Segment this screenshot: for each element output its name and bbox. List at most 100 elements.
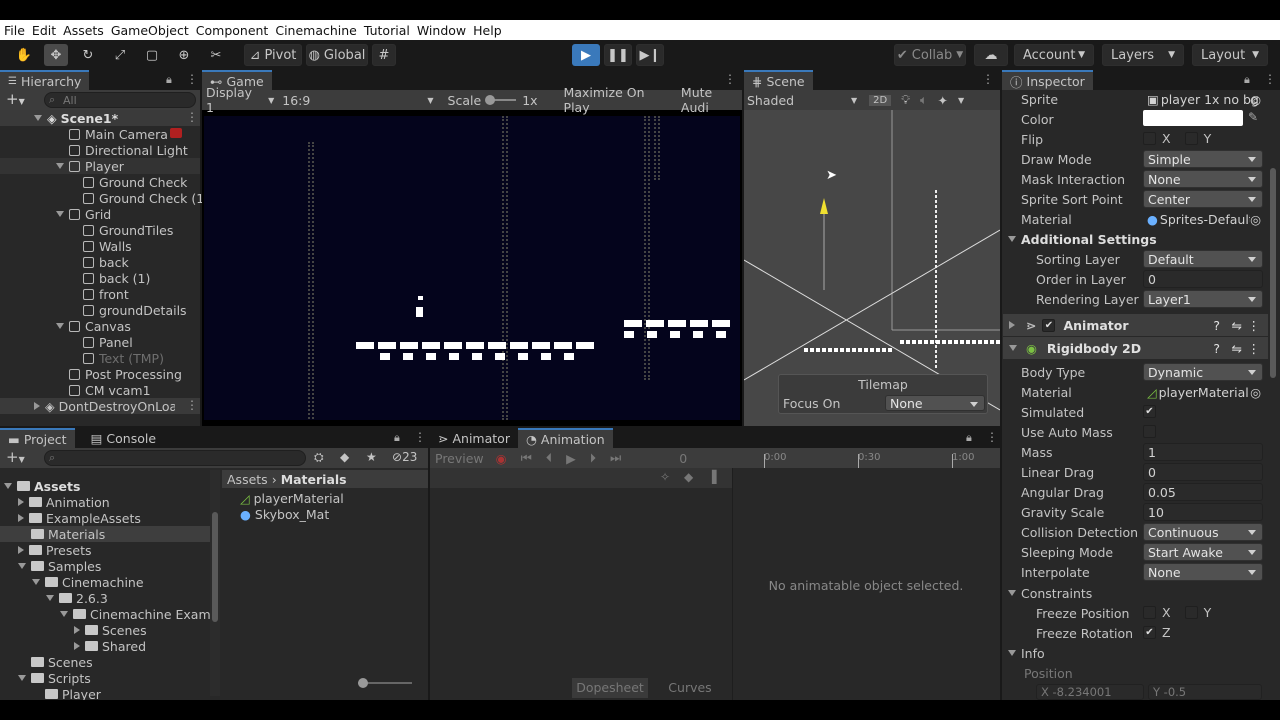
hierarchy-item[interactable]: Canvas <box>56 318 131 334</box>
next-key-icon[interactable]: ⏵ <box>590 450 596 466</box>
transform-tool-icon[interactable]: ⊕ <box>172 44 196 66</box>
layers-dropdown[interactable]: Layers ▼ <box>1102 44 1184 66</box>
project-lock-icon[interactable]: 🔒︎ <box>394 431 400 445</box>
search-by-label-icon[interactable]: ◆ <box>340 450 349 464</box>
hierarchy-item[interactable]: groundDetails <box>70 302 187 318</box>
global-toggle[interactable]: ◍ Global <box>306 44 368 66</box>
hierarchy-search-input[interactable]: ⌕ All <box>44 92 196 108</box>
icon-size-slider[interactable] <box>358 678 412 688</box>
last-key-icon[interactable]: ⏭ <box>610 450 621 466</box>
draw-mode-dropdown[interactable]: Simple <box>1143 150 1263 168</box>
inspector-lock-icon[interactable]: 🔒︎ <box>1244 73 1250 87</box>
project-search-input[interactable]: ⌕ <box>44 450 306 466</box>
more-icon[interactable]: ▼ <box>958 96 964 105</box>
hierarchy-item[interactable]: front <box>70 286 129 302</box>
hidden-packages-toggle[interactable]: ⊘ 23 <box>392 450 417 464</box>
curves-tab[interactable]: Curves <box>654 678 726 698</box>
add-key-icon[interactable]: ◆ <box>684 470 693 484</box>
project-tree-scrollbar[interactable] <box>210 470 220 696</box>
linear-drag-input[interactable]: 0 <box>1143 463 1263 481</box>
tab-inspector[interactable]: ⓘ Inspector <box>1002 70 1093 90</box>
collapse-icon[interactable] <box>18 514 24 522</box>
breadcrumb-materials[interactable]: Materials <box>281 472 347 487</box>
hierarchy-item[interactable]: Directional Light <box>56 142 188 158</box>
file-item[interactable]: ◿ playerMaterial <box>240 490 344 506</box>
preview-toggle[interactable]: Preview <box>435 451 484 466</box>
project-tree-item[interactable]: Scenes <box>74 622 147 638</box>
hierarchy-item[interactable]: Ground Check <box>70 174 187 190</box>
project-tree-item[interactable]: ExampleAssets <box>18 510 141 526</box>
help-icon[interactable]: ? <box>1213 318 1220 333</box>
breadcrumb-assets[interactable]: Assets <box>227 472 268 487</box>
info-foldout[interactable]: Info <box>1008 644 1045 662</box>
menu-item-edit[interactable]: Edit <box>32 23 56 38</box>
file-item[interactable]: ● Skybox_Mat <box>240 506 329 522</box>
component-menu-icon[interactable]: ⋮ <box>1248 318 1261 333</box>
step-button[interactable]: ▶❙ <box>636 44 664 66</box>
2d-toggle[interactable]: 2D <box>869 94 892 106</box>
pivot-toggle[interactable]: ⊿ Pivot <box>244 44 302 66</box>
mass-input[interactable]: 1 <box>1143 443 1263 461</box>
expand-icon[interactable] <box>46 595 54 601</box>
expand-icon[interactable] <box>18 675 26 681</box>
expand-icon[interactable] <box>4 483 12 489</box>
scale-slider[interactable] <box>485 95 517 105</box>
game-menu-icon[interactable]: ⋮ <box>724 72 736 86</box>
object-picker-icon[interactable]: ◎ <box>1250 384 1261 400</box>
focus-on-dropdown[interactable]: None <box>885 395 985 411</box>
animator-component-header[interactable]: ⋗ ✔ Animator? ⇋ ⋮ <box>1003 314 1268 336</box>
mute-audio-toggle[interactable]: Mute Audi <box>681 85 742 115</box>
ddol-menu-icon[interactable]: ⋮ <box>186 398 198 412</box>
component-menu-icon[interactable]: ⋮ <box>1248 341 1261 356</box>
tab-hierarchy[interactable]: ☰ Hierarchy <box>0 70 90 90</box>
sprite-field[interactable]: ▣ player 1x no bg ◎ <box>1143 90 1263 108</box>
expand-icon[interactable] <box>32 579 40 585</box>
project-tree-item[interactable]: Samples <box>18 558 101 574</box>
game-viewport[interactable] <box>204 116 740 420</box>
aspect-dropdown[interactable]: 16:9 <box>282 93 427 108</box>
cloud-icon[interactable]: ☁ <box>974 44 1008 66</box>
scene-menu-icon[interactable]: ⋮ <box>982 72 994 86</box>
project-tree-item[interactable]: Scripts <box>18 670 91 686</box>
angular-drag-input[interactable]: 0.05 <box>1143 483 1263 501</box>
record-icon[interactable]: ◉ <box>496 451 507 466</box>
account-dropdown[interactable]: Account ▼ <box>1014 44 1094 66</box>
expand-icon[interactable] <box>56 211 64 217</box>
help-icon[interactable]: ? <box>1213 341 1220 356</box>
hierarchy-item[interactable]: Panel <box>70 334 133 350</box>
effects-icon[interactable]: ✦ <box>938 93 948 108</box>
audio-icon[interactable]: 🔈︎ <box>920 92 928 108</box>
frame-field[interactable]: 0 <box>679 451 687 466</box>
menu-item-assets[interactable]: Assets <box>63 23 104 38</box>
kebab-menu-icon[interactable]: ⋮ <box>186 72 198 86</box>
hierarchy-item[interactable]: GroundTiles <box>70 222 173 238</box>
collapse-icon[interactable] <box>18 498 24 506</box>
collapse-icon[interactable] <box>74 642 80 650</box>
hierarchy-item[interactable]: back <box>70 254 129 270</box>
collapse-icon[interactable] <box>74 626 80 634</box>
tab-animator[interactable]: ⋗ Animator <box>430 428 518 448</box>
grid-snap-icon[interactable]: # <box>372 44 396 66</box>
freeze-pos-y-checkbox[interactable] <box>1184 606 1198 619</box>
hierarchy-item[interactable]: CM vcam1 <box>56 382 151 398</box>
hierarchy-item[interactable]: Post Processing <box>56 366 182 382</box>
collab-button[interactable]: ✔ Collab ▼ <box>894 44 966 66</box>
simulated-checkbox[interactable]: ✔ <box>1143 405 1156 418</box>
animation-menu-icon[interactable]: ⋮ <box>986 430 998 444</box>
expand-icon[interactable] <box>56 323 64 329</box>
auto-mass-checkbox[interactable] <box>1143 425 1156 438</box>
rigidbody-component-header[interactable]: ◉ Rigidbody 2D? ⇋ ⋮ <box>1003 337 1268 359</box>
eyedropper-icon[interactable]: ✎ <box>1248 110 1258 124</box>
favorites-star-icon[interactable]: ★ <box>366 450 377 464</box>
project-tree-item[interactable]: Materials <box>18 526 105 542</box>
sorting-layer-dropdown[interactable]: Default <box>1143 250 1263 268</box>
layout-dropdown[interactable]: Layout ▼ <box>1192 44 1268 66</box>
menu-item-window[interactable]: Window <box>417 23 466 38</box>
hierarchy-item[interactable]: Text (TMP) <box>70 350 164 366</box>
hierarchy-item[interactable]: back (1) <box>70 270 150 286</box>
rendering-layer-dropdown[interactable]: Layer1 <box>1143 290 1263 308</box>
object-picker-icon[interactable]: ◎ <box>1250 211 1261 227</box>
preset-icon[interactable]: ⇋ <box>1232 318 1242 333</box>
prev-key-icon[interactable]: ⏴ <box>546 450 552 466</box>
collapse-icon[interactable] <box>18 546 24 554</box>
